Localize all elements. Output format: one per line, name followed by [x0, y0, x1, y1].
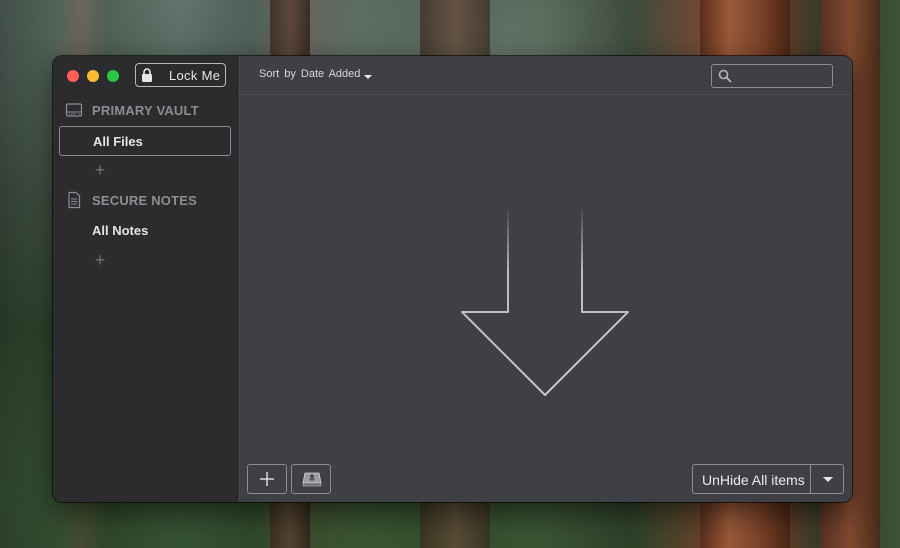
search-icon — [718, 69, 732, 83]
zoom-button[interactable] — [107, 70, 119, 82]
drive-icon — [302, 472, 322, 487]
chevron-down-icon[interactable] — [823, 477, 833, 482]
toolbar: Sort by Date Added — [238, 56, 852, 95]
document-icon — [68, 191, 81, 209]
chevron-down-icon[interactable] — [364, 75, 372, 79]
lock-me-button[interactable]: Lock Me — [135, 63, 226, 87]
add-file-button[interactable] — [247, 464, 287, 494]
sidebar: Lock Me PRIMARY VAULT All Files + SECURE… — [53, 56, 238, 502]
sort-menu[interactable]: Sort by Date Added — [259, 68, 360, 80]
search-input[interactable] — [736, 67, 832, 87]
app-window: Lock Me PRIMARY VAULT All Files + SECURE… — [53, 56, 852, 502]
add-vault-item-button[interactable]: + — [93, 161, 107, 179]
main-content: Sort by Date Added UnHide All items — [238, 56, 852, 502]
close-button[interactable] — [67, 70, 79, 82]
lock-me-label: Lock Me — [169, 68, 221, 83]
unhide-all-items-label: UnHide All items — [702, 472, 805, 488]
drive-button[interactable] — [291, 464, 331, 494]
button-divider — [810, 465, 811, 493]
minimize-button[interactable] — [87, 70, 99, 82]
unhide-all-items-button[interactable]: UnHide All items — [692, 464, 844, 494]
sidebar-item-label: All Notes — [92, 223, 149, 238]
section-header-label: SECURE NOTES — [92, 193, 197, 208]
sidebar-item-all-notes[interactable]: All Notes — [59, 216, 231, 246]
sidebar-item-label: All Files — [93, 134, 143, 149]
lock-icon — [142, 68, 152, 82]
hard-drive-icon — [65, 103, 83, 117]
add-note-button[interactable]: + — [93, 251, 107, 269]
plus-icon — [260, 472, 274, 486]
down-arrow-icon — [461, 206, 629, 396]
sidebar-item-all-files[interactable]: All Files — [59, 126, 231, 156]
section-header-label: PRIMARY VAULT — [92, 103, 199, 118]
search-field[interactable] — [711, 64, 833, 88]
